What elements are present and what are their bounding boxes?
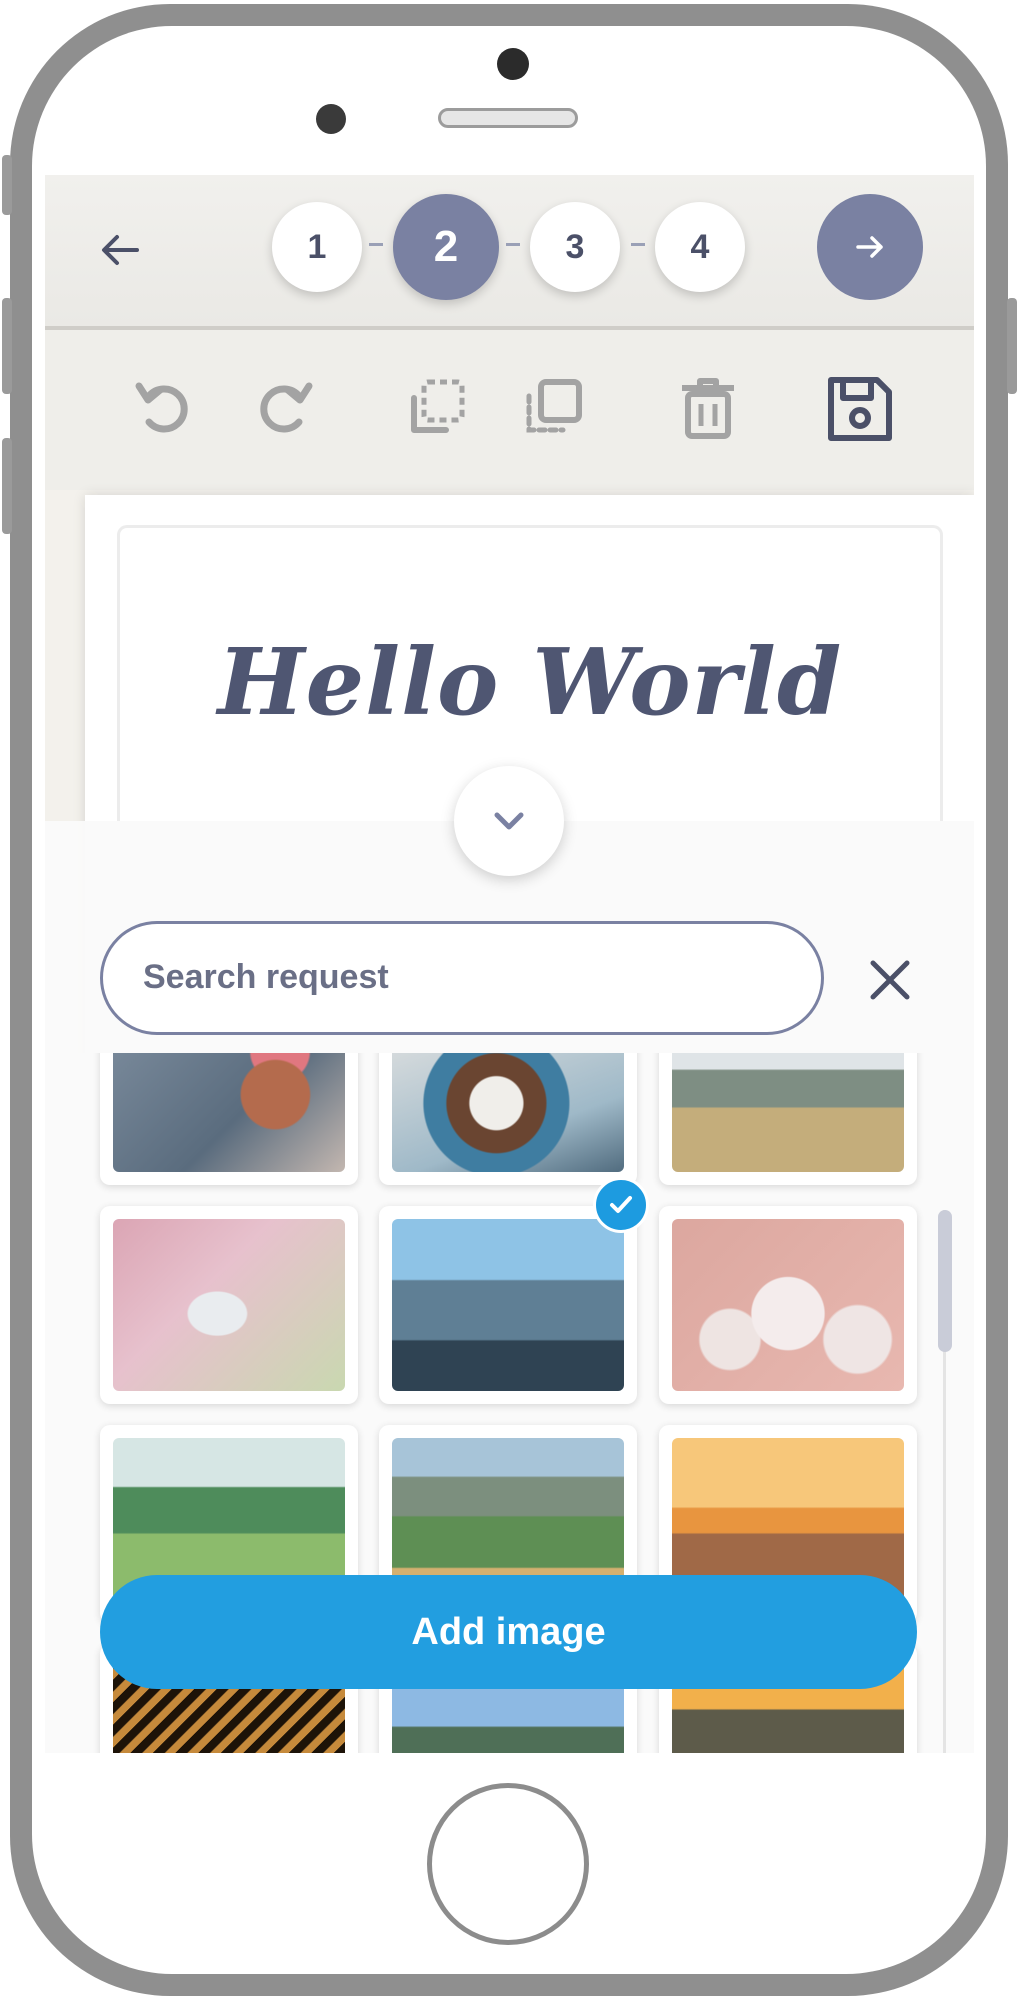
add-image-label: Add image: [411, 1610, 606, 1653]
selected-check-badge: [593, 1177, 649, 1233]
step-4-label: 4: [690, 227, 710, 266]
back-arrow-icon: [102, 235, 139, 265]
front-camera: [497, 48, 529, 80]
image-cake: [113, 1053, 345, 1172]
search-input[interactable]: Search request: [100, 921, 824, 1035]
image-thumbnail[interactable]: [659, 1053, 917, 1185]
duplicate-button[interactable]: [398, 368, 478, 448]
image-bird: [113, 1219, 345, 1391]
step-2-label: 2: [433, 222, 459, 271]
mute-switch: [2, 155, 12, 215]
close-icon: [870, 960, 910, 1000]
redo-icon: [260, 382, 313, 433]
canvas-title-text[interactable]: Hello World: [120, 628, 940, 736]
next-step-button[interactable]: [817, 194, 923, 300]
save-button[interactable]: [819, 368, 899, 448]
image-thumbnail[interactable]: [100, 1053, 358, 1185]
step-2-button[interactable]: 2: [393, 194, 499, 300]
back-button[interactable]: [95, 225, 145, 275]
scrollbar-thumb[interactable]: [938, 1210, 952, 1352]
step-navigation-bar: 1 2 3 4: [45, 175, 974, 330]
check-icon: [610, 1196, 632, 1213]
step-connector: [369, 243, 383, 246]
trash-icon: [682, 378, 734, 439]
app-screen: 1 2 3 4 Hello World Search request Add i…: [45, 175, 974, 1753]
editor-toolbar: [45, 330, 974, 490]
step-3-label: 3: [565, 227, 585, 266]
image-stones: [672, 1219, 904, 1391]
image-city-skyline: [392, 1219, 624, 1391]
step-connector: [506, 243, 520, 246]
image-thumbnail[interactable]: [659, 1206, 917, 1404]
home-button[interactable]: [427, 1783, 589, 1945]
step-4-button[interactable]: 4: [655, 202, 745, 292]
collapse-panel-button[interactable]: [454, 766, 564, 876]
image-thumbnail[interactable]: [379, 1053, 637, 1185]
step-connector: [631, 243, 645, 246]
delete-button[interactable]: [668, 368, 748, 448]
image-cocoa: [392, 1053, 624, 1172]
redo-button[interactable]: [243, 368, 323, 448]
close-search-button[interactable]: [865, 955, 915, 1005]
forward-arrow-icon: [856, 236, 883, 258]
save-icon: [828, 377, 892, 441]
image-thumbnail-selected[interactable]: [379, 1206, 637, 1404]
search-placeholder: Search request: [143, 958, 389, 996]
step-3-button[interactable]: 3: [530, 202, 620, 292]
proximity-sensor: [316, 104, 346, 134]
copy-icon: [411, 379, 465, 433]
volume-down-button: [2, 438, 12, 534]
step-1-label: 1: [307, 227, 327, 266]
chevron-down-icon: [494, 812, 524, 830]
paste-button[interactable]: [513, 368, 593, 448]
paste-icon: [526, 379, 582, 433]
add-image-button[interactable]: Add image: [100, 1575, 917, 1689]
step-1-button[interactable]: 1: [272, 202, 362, 292]
volume-up-button: [2, 298, 12, 394]
image-forest: [672, 1053, 904, 1172]
earpiece-speaker: [438, 108, 578, 128]
undo-button[interactable]: [125, 368, 205, 448]
power-button: [1007, 298, 1017, 394]
image-thumbnail[interactable]: [100, 1206, 358, 1404]
undo-icon: [135, 382, 188, 433]
